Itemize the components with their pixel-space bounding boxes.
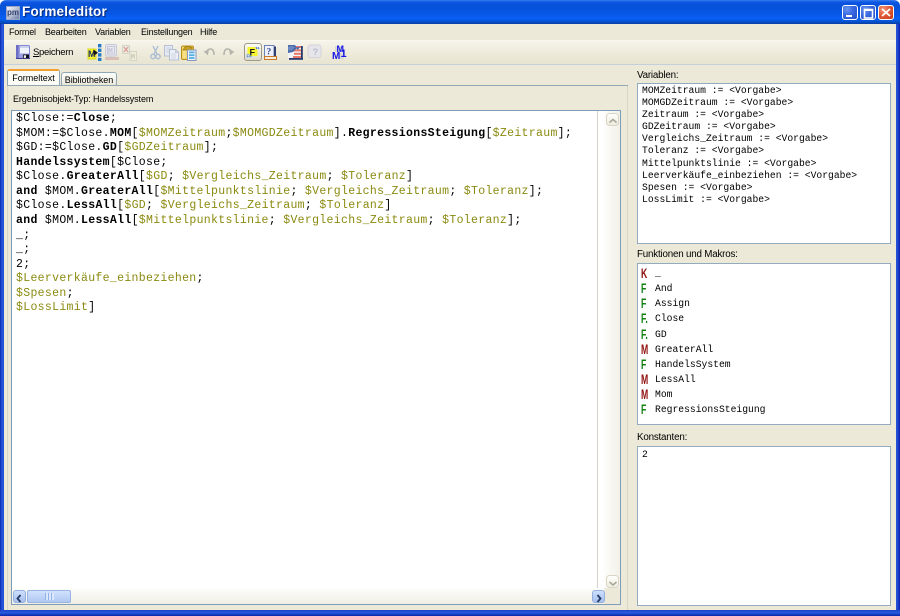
svg-text:1: 1 — [341, 48, 347, 60]
svg-text:M: M — [332, 51, 340, 61]
svg-text:FF: FF — [247, 54, 253, 59]
svg-text:M: M — [131, 54, 135, 61]
svg-text:M: M — [108, 48, 113, 57]
svg-text:?: ? — [313, 47, 319, 58]
